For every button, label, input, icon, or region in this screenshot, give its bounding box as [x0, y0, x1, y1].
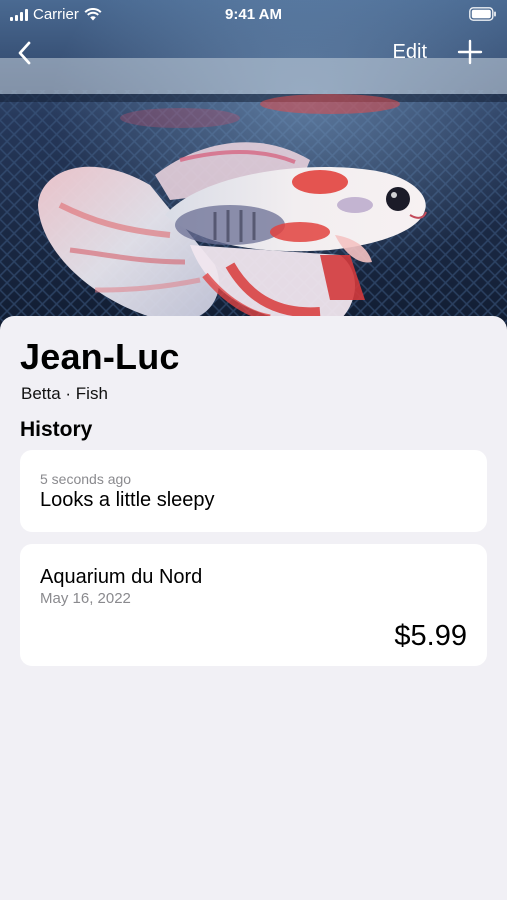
back-button[interactable] [14, 38, 36, 68]
content-sheet: Jean-Luc Betta · Fish History 5 seconds … [0, 316, 507, 900]
battery-icon [469, 7, 497, 25]
pet-subtitle: Betta · Fish [21, 384, 108, 403]
purchase-store: Aquarium du Nord [40, 566, 203, 588]
pet-detail-screen: Carrier 9:41 AM Edit Jean-Luc Betta · Fi… [0, 0, 507, 900]
edit-button[interactable]: Edit [393, 41, 427, 64]
pet-name: Jean-Luc [20, 336, 180, 377]
purchase-date: May 16, 2022 [40, 590, 131, 607]
purchase-price: $5.99 [394, 620, 467, 652]
note-timestamp: 5 seconds ago [40, 471, 132, 487]
history-note-card[interactable]: 5 seconds ago Looks a little sleepy [20, 450, 487, 532]
history-purchase-card[interactable]: Aquarium du Nord May 16, 2022 $5.99 [20, 544, 487, 666]
chevron-left-icon [18, 41, 31, 65]
plus-icon [457, 39, 483, 65]
add-button[interactable] [457, 39, 483, 65]
navigation-bar: Edit [0, 34, 507, 70]
note-text: Looks a little sleepy [40, 489, 215, 511]
status-time: 9:41 AM [225, 6, 282, 23]
status-bar: Carrier 9:41 AM [0, 0, 507, 30]
history-section-title: History [20, 418, 93, 441]
